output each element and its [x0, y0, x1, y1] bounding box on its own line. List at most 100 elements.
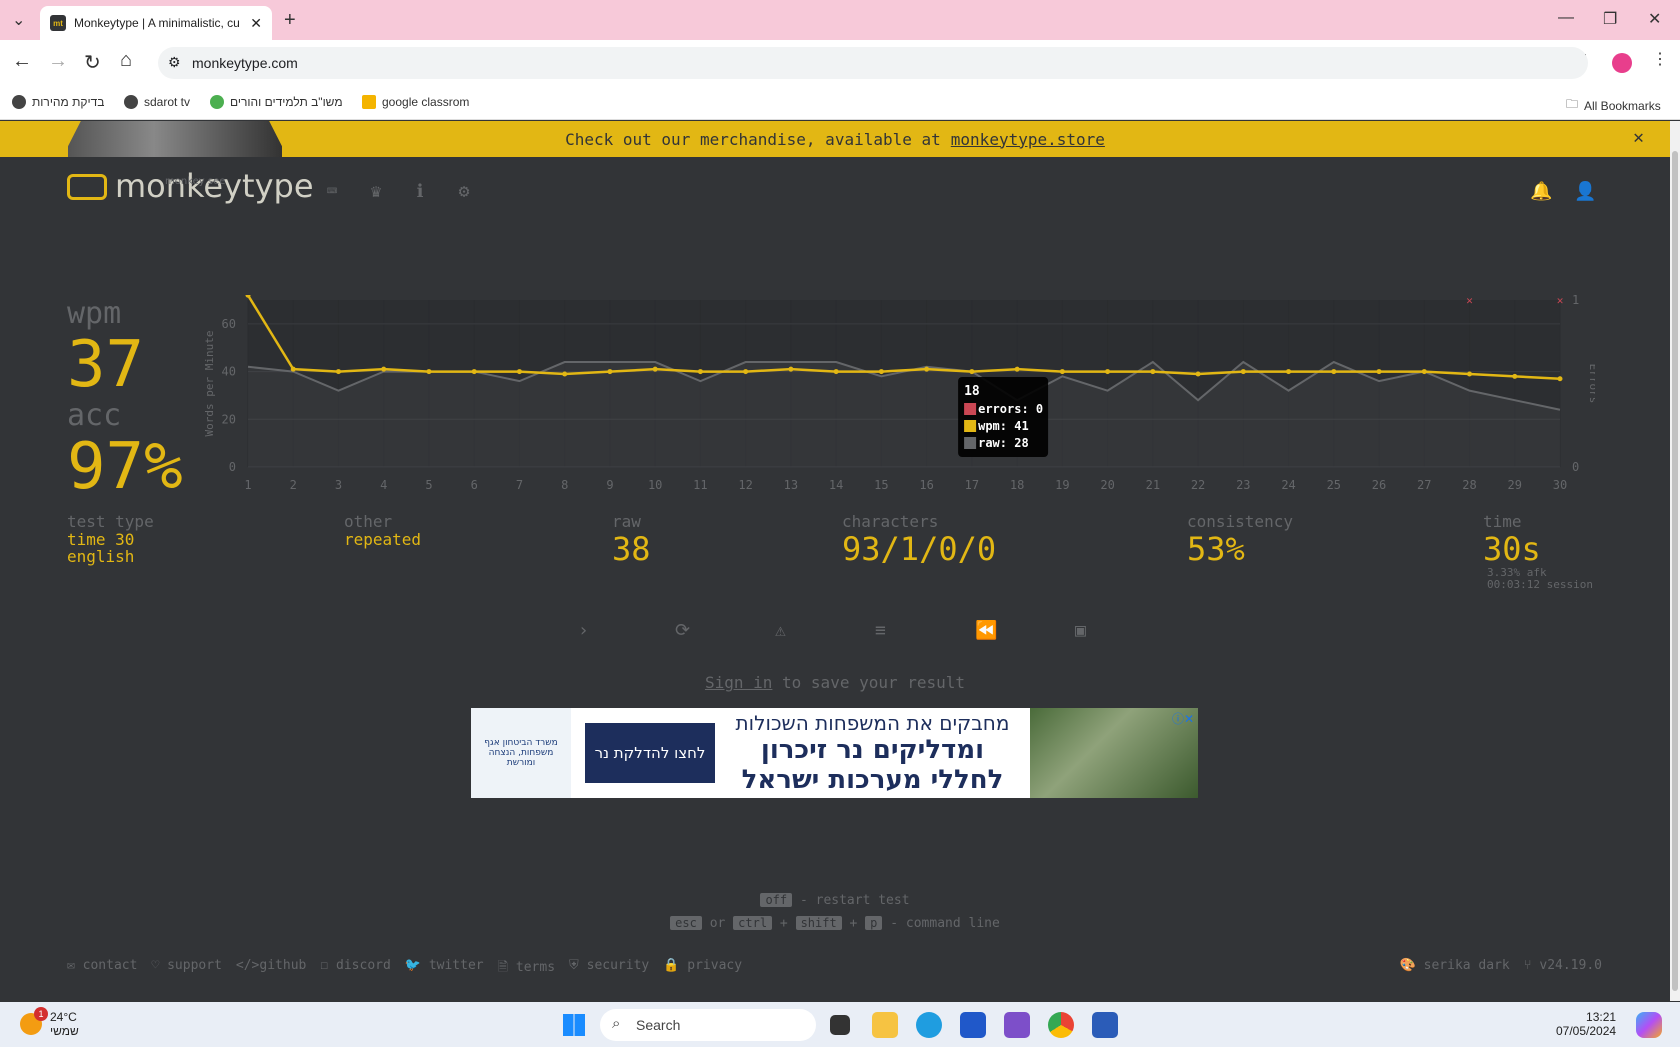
- wpm-point: [516, 369, 522, 375]
- consistency-label: consistency: [1187, 512, 1293, 531]
- footer-right: 🎨 serika dark ⑂ v24.19.0: [1400, 958, 1602, 973]
- footer-theme[interactable]: 🎨 serika dark: [1400, 958, 1510, 973]
- footer-version[interactable]: ⑂ v24.19.0: [1524, 958, 1602, 973]
- url-bar[interactable]: ⚙ monkeytype.com: [158, 47, 1588, 79]
- site-info-icon[interactable]: ⚙: [168, 54, 181, 71]
- store-icon[interactable]: [960, 1012, 986, 1038]
- windows-start-icon[interactable]: [563, 1014, 585, 1036]
- profile-avatar[interactable]: [1612, 53, 1632, 73]
- next-test-icon[interactable]: ›: [578, 620, 589, 641]
- wpm-chart[interactable]: 1 2 3 4 5 6 7 8 9 10 11 12 13 14 15 16 17 18 19 20 21 22 23 24 2…: [195, 292, 1600, 495]
- tab-search-chevron-icon[interactable]: ⌄: [12, 10, 25, 30]
- chrome-icon[interactable]: [1048, 1012, 1074, 1038]
- x-tick-label: 3: [335, 478, 342, 492]
- back-icon[interactable]: ←: [12, 50, 32, 73]
- leaf-icon: [210, 95, 224, 109]
- crown-icon[interactable]: ♛: [366, 181, 386, 202]
- wpm-point: [1195, 371, 1201, 377]
- close-icon[interactable]: ✕: [1633, 127, 1644, 148]
- restart-icon[interactable]: ⟳: [675, 620, 690, 641]
- home-icon[interactable]: ⌂: [120, 49, 132, 72]
- x-tick-label: 16: [919, 478, 933, 492]
- acc-label: acc: [67, 398, 122, 433]
- restart-hint: off - restart test: [0, 893, 1670, 908]
- wpm-point: [697, 369, 703, 375]
- footer-security[interactable]: ⛨ security: [569, 958, 649, 980]
- forward-icon[interactable]: →: [48, 50, 68, 73]
- y-tick-label: 0: [229, 460, 236, 474]
- taskbar-search[interactable]: ⌕ Search: [600, 1009, 816, 1041]
- scrollbar-thumb[interactable]: [1672, 151, 1678, 991]
- taskbar-clock[interactable]: 13:21 07/05/2024: [1556, 1010, 1616, 1038]
- advertisement[interactable]: משרד הביטחון אגף משפחות, הנצחה ומורשת לח…: [471, 708, 1198, 798]
- test-type-label: test type: [67, 512, 154, 531]
- bell-icon[interactable]: 🔔: [1530, 181, 1552, 202]
- bookmark-item[interactable]: משו"ב תלמידים והורים: [210, 95, 343, 109]
- maximize-icon[interactable]: ❐: [1603, 9, 1617, 29]
- screenshot-icon[interactable]: ▣: [1075, 620, 1086, 641]
- visual-studio-icon[interactable]: [1004, 1012, 1030, 1038]
- globe-icon: [124, 95, 138, 109]
- raw-value: 38: [612, 530, 651, 568]
- ad-org-logo: משרד הביטחון אגף משפחות, הנצחה ומורשת: [471, 708, 571, 798]
- weather-widget[interactable]: 1 24°C שמשי: [20, 1007, 79, 1038]
- footer-privacy[interactable]: 🔒 privacy: [663, 958, 742, 980]
- replay-icon[interactable]: ⏪: [975, 620, 997, 641]
- x-tick-label: 6: [471, 478, 478, 492]
- taskbar-time: 13:21: [1586, 1010, 1617, 1024]
- copilot-icon[interactable]: [1636, 1012, 1662, 1038]
- bookmark-item[interactable]: בדיקת מהירות: [12, 95, 104, 109]
- x-tick-label: 9: [606, 478, 613, 492]
- raw-area: [248, 362, 1560, 467]
- browser-tab[interactable]: mt Monkeytype | A minimalistic, cu ✕: [40, 6, 272, 40]
- wpm-point: [426, 369, 432, 375]
- wpm-point: [1376, 369, 1382, 375]
- footer-discord[interactable]: ☐ discord: [320, 958, 390, 980]
- menu-icon[interactable]: ⋮: [1652, 49, 1668, 69]
- wpm-point: [652, 366, 658, 372]
- footer-github[interactable]: </>github: [236, 958, 306, 980]
- close-window-icon[interactable]: ✕: [1648, 9, 1661, 29]
- time-value: 30s: [1483, 530, 1541, 568]
- footer-terms[interactable]: 🗎 terms: [498, 958, 555, 980]
- session-text: 00:03:12 session: [1487, 578, 1593, 591]
- tab-close-icon[interactable]: ✕: [250, 15, 262, 32]
- footer-privacy-label: privacy: [687, 958, 743, 973]
- wpm-point: [1150, 369, 1156, 375]
- esc-key: esc: [670, 916, 702, 930]
- footer-twitter[interactable]: 🐦 twitter: [405, 958, 484, 980]
- reload-icon[interactable]: ↻: [84, 50, 101, 75]
- banner-store-link[interactable]: monkeytype.store: [951, 130, 1105, 149]
- ad-close-icon[interactable]: ⓘ✕: [1172, 710, 1194, 727]
- task-view-icon[interactable]: [830, 1015, 850, 1035]
- y2-tick-label: 0: [1572, 460, 1579, 474]
- branch-icon: ⑂: [1523, 958, 1540, 973]
- footer-contact[interactable]: ✉ contact: [67, 958, 137, 980]
- tooltip-row: raw: 28: [978, 436, 1029, 450]
- signin-link[interactable]: Sign in: [705, 673, 772, 692]
- new-tab-icon[interactable]: +: [284, 9, 296, 32]
- logo[interactable]: monkey see monkeytype: [67, 168, 314, 204]
- acc-value: 97%: [67, 430, 183, 504]
- word-icon[interactable]: [1092, 1012, 1118, 1038]
- taskbar-date: 07/05/2024: [1556, 1024, 1617, 1038]
- info-icon[interactable]: ℹ: [410, 181, 430, 202]
- gear-icon[interactable]: ⚙: [454, 181, 474, 202]
- footer-security-label: security: [586, 958, 650, 973]
- all-bookmarks[interactable]: 🗀 All Bookmarks: [1566, 95, 1661, 116]
- footer-version-label: v24.19.0: [1539, 958, 1602, 973]
- words-history-icon[interactable]: ≡: [875, 620, 886, 641]
- bookmark-item[interactable]: google classrom: [362, 95, 469, 109]
- edge-icon[interactable]: [916, 1012, 942, 1038]
- scrollbar[interactable]: [1670, 121, 1680, 1001]
- keyboard-icon[interactable]: ⌨: [322, 181, 342, 202]
- wpm-point: [1286, 369, 1292, 375]
- warning-icon[interactable]: ⚠: [775, 620, 786, 641]
- donate-icon: ♡: [151, 958, 168, 973]
- bookmark-item[interactable]: sdarot tv: [124, 95, 190, 109]
- file-explorer-icon[interactable]: [872, 1012, 898, 1038]
- user-icon[interactable]: 👤: [1574, 181, 1596, 202]
- footer-support[interactable]: ♡ support: [151, 958, 221, 980]
- ad-cta-button[interactable]: לחצו להדלקת נר: [585, 723, 715, 783]
- minimize-icon[interactable]: —: [1558, 9, 1574, 27]
